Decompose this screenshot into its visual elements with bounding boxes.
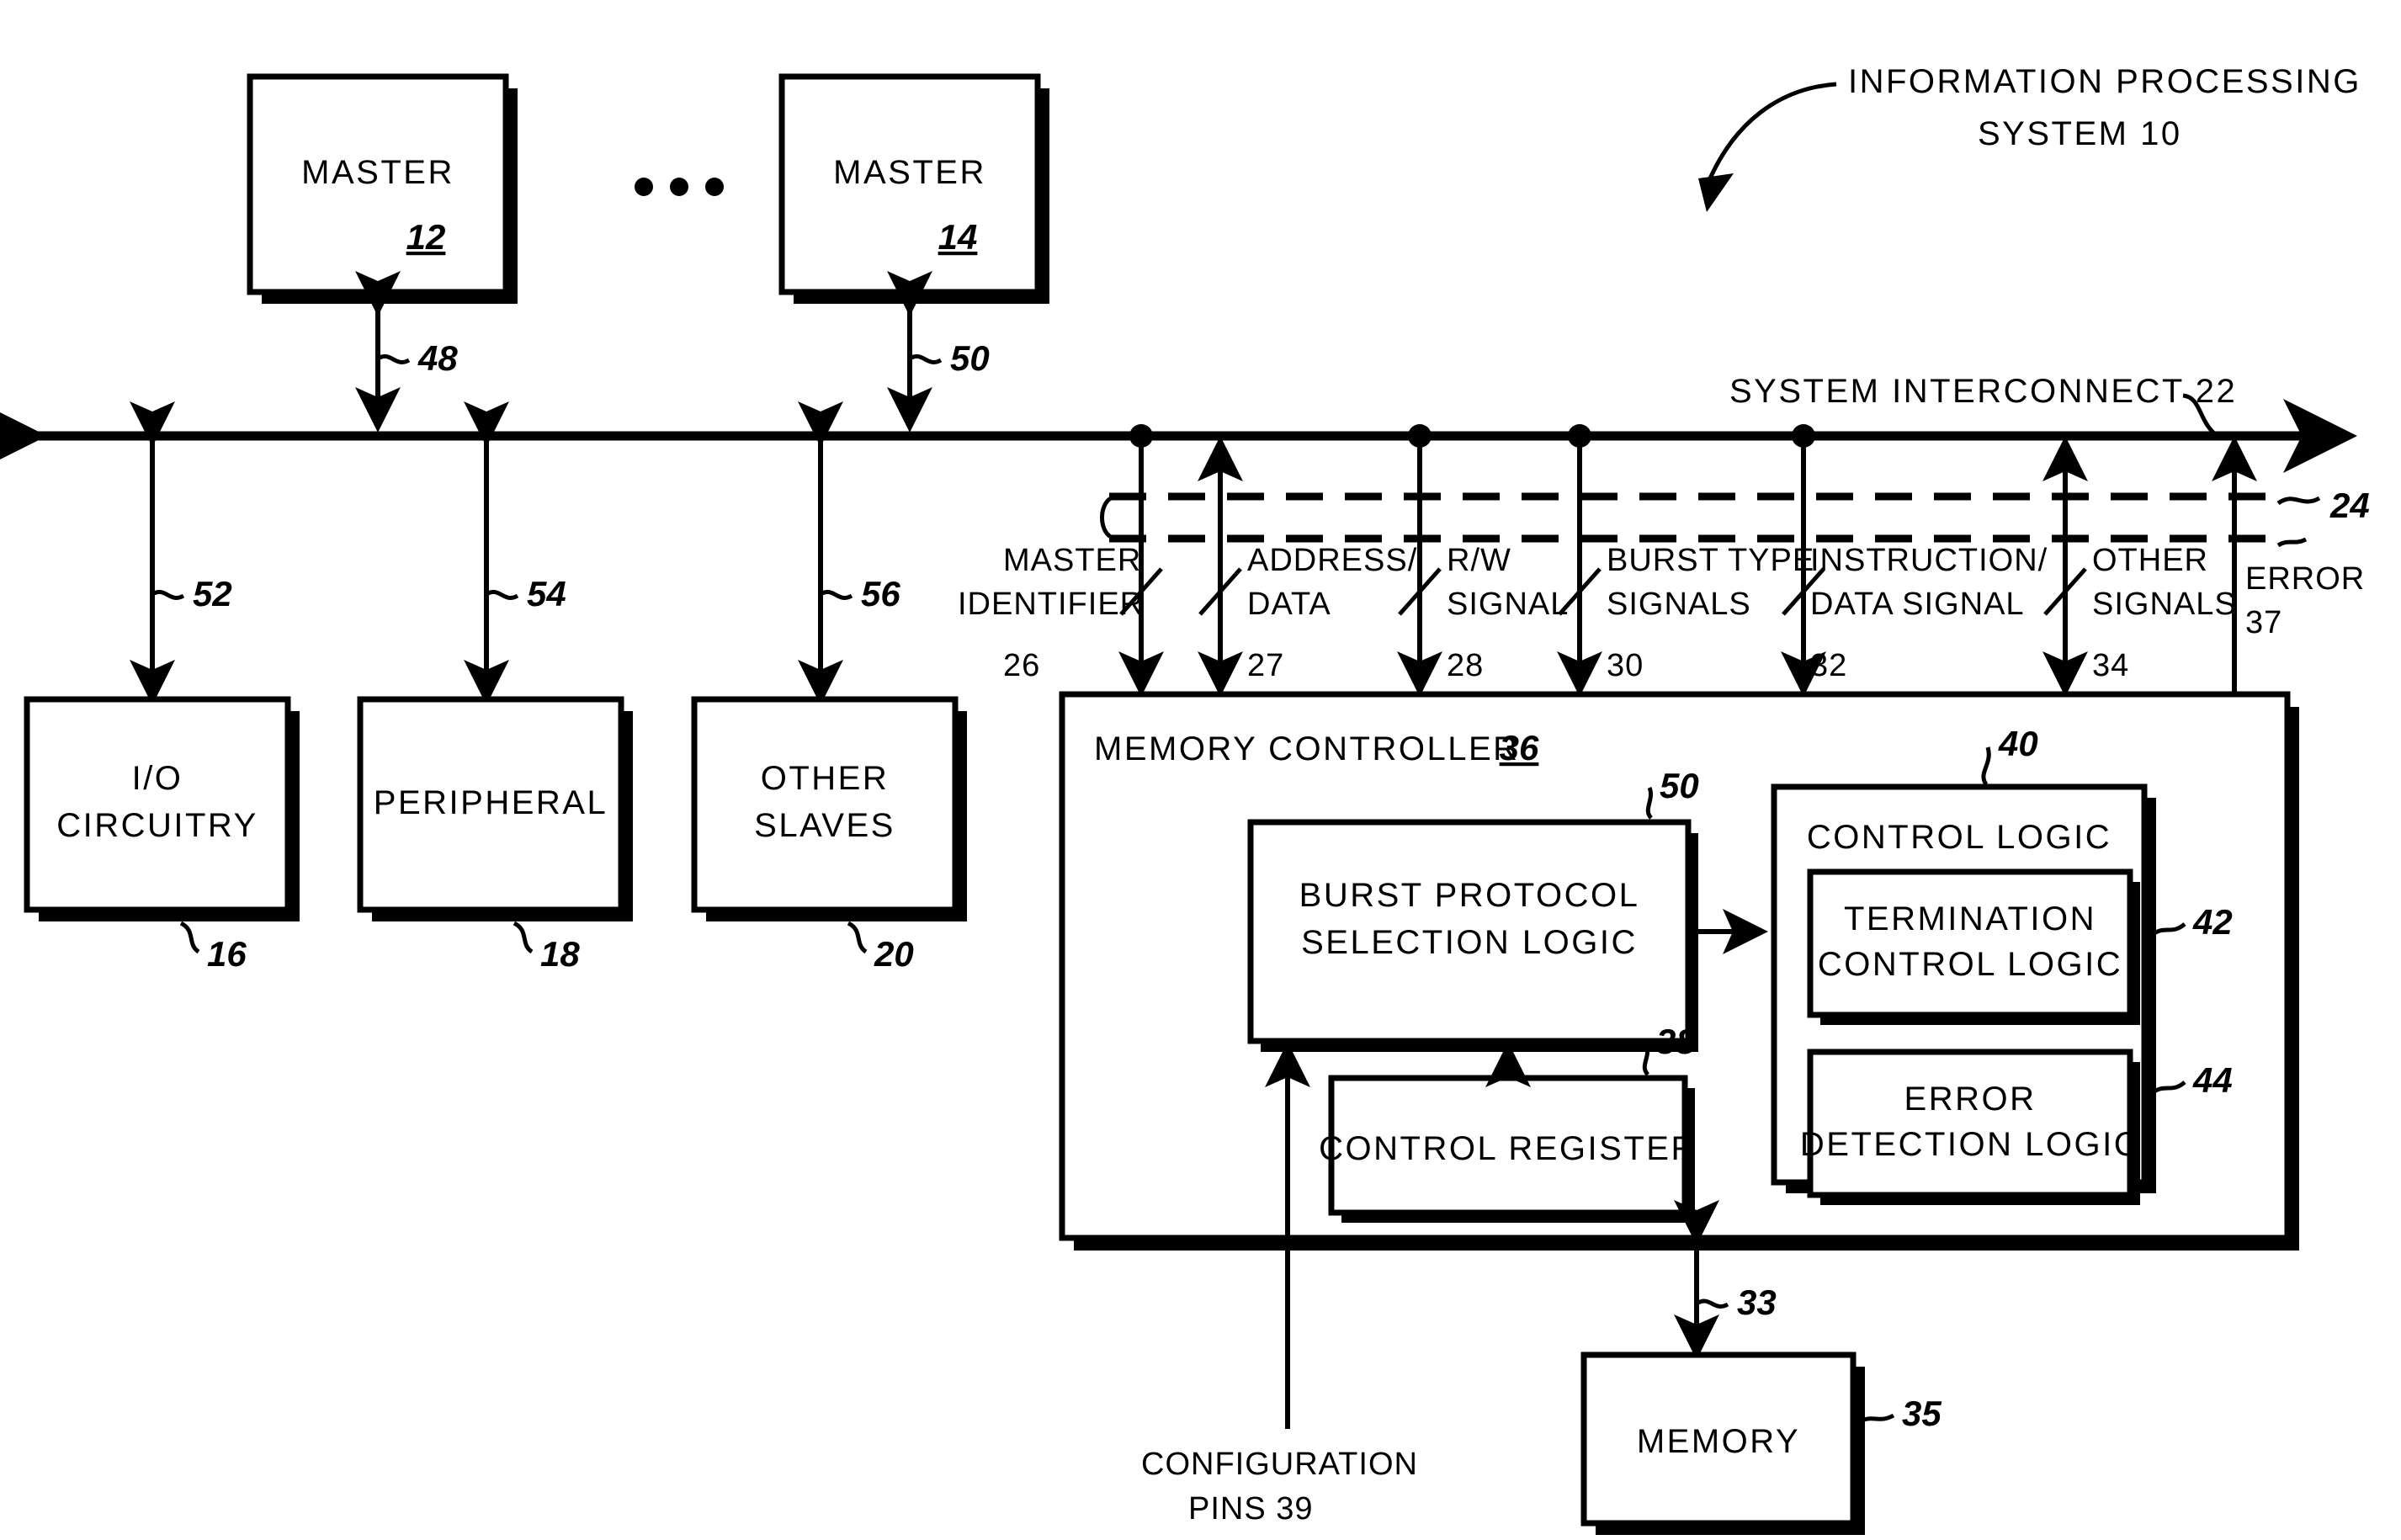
signal-32-label-1: INSTRUCTION/ <box>1810 543 2048 578</box>
ref-56-leader <box>821 589 853 600</box>
ref-24-leader-bottom <box>2276 537 2308 548</box>
io-circuitry-label-2: CIRCUITRY <box>56 807 258 844</box>
peripheral-label: PERIPHERAL <box>374 784 608 821</box>
config-pins-label-1: CONFIGURATION <box>1141 1447 1418 1482</box>
signal-30-label-2: SIGNALS <box>1607 587 1751 622</box>
ref-48-label: 48 <box>417 338 458 378</box>
ref-52-leader <box>152 589 185 600</box>
ref-50-master-label: 50 <box>950 338 990 378</box>
ref-42-label: 42 <box>2192 902 2233 942</box>
error-detection-label-1: ERROR <box>1904 1081 2037 1118</box>
master-12-label: MASTER <box>301 154 454 191</box>
signal-26-ref: 26 <box>1003 648 1040 683</box>
error-detection-label-2: DETECTION LOGIC <box>1800 1126 2140 1163</box>
ref-48-leader <box>378 353 411 364</box>
ref-16-label: 16 <box>207 934 247 974</box>
ref-24-label: 24 <box>2329 486 2370 525</box>
signal-32-ref: 32 <box>1810 648 1847 683</box>
signal-30-label-1: BURST TYPE <box>1607 543 1814 578</box>
signal-26-label-1: MASTER <box>1003 543 1141 578</box>
ref-38-leader <box>1642 1044 1650 1076</box>
signal-28-ref: 28 <box>1447 648 1484 683</box>
ellipsis-dot <box>705 178 724 196</box>
ref-18-label: 18 <box>540 934 580 974</box>
master-12-ref: 12 <box>406 217 446 257</box>
signal-28-label-2: SIGNAL <box>1447 587 1569 622</box>
signal-37-ref: 37 <box>2245 605 2282 640</box>
signal-37-label-1: ERROR <box>2245 561 2365 597</box>
ref-54-leader <box>486 589 519 600</box>
signal-26-label-2: IDENTIFIER <box>958 587 1144 622</box>
ref-56-label: 56 <box>861 574 900 613</box>
ref-44-label: 44 <box>2192 1060 2233 1100</box>
signal-27-ref: 27 <box>1247 648 1284 683</box>
signal-bundle-left-cap <box>1100 496 1113 539</box>
ref-52-label: 52 <box>193 574 232 613</box>
termination-logic-label-1: TERMINATION <box>1844 900 2096 937</box>
other-slaves-box[interactable] <box>691 696 959 913</box>
ref-38-label: 38 <box>1656 1022 1696 1061</box>
control-logic-label: CONTROL LOGIC <box>1807 819 2111 856</box>
figure-title-line-2: SYSTEM 10 <box>1978 115 2182 152</box>
burst-logic-label-2: SELECTION LOGIC <box>1301 924 1638 961</box>
control-register-label: CONTROL REGISTER <box>1319 1130 1697 1167</box>
ref-54-label: 54 <box>527 574 566 613</box>
patent-figure-canvas: MASTER 12 MASTER 14 48 50 SYSTEM INTERCO… <box>0 0 2401 1540</box>
ref-50-burst-label: 50 <box>1660 766 1699 805</box>
other-slaves-label-2: SLAVES <box>754 807 895 844</box>
master-14-ref: 14 <box>938 217 978 257</box>
error-detection-logic-box[interactable] <box>1807 1049 2133 1198</box>
signal-34-label-1: OTHER <box>2092 543 2208 578</box>
burst-logic-label-1: BURST PROTOCOL <box>1299 877 1640 914</box>
ellipsis-dot <box>670 178 688 196</box>
ref-20-label: 20 <box>874 934 914 974</box>
signal-27-label-1: ADDRESS/ <box>1247 543 1417 578</box>
io-circuitry-box[interactable] <box>24 696 291 913</box>
diagram-svg: MASTER 12 MASTER 14 48 50 SYSTEM INTERCO… <box>0 63 2370 1535</box>
figure-title-line-1: INFORMATION PROCESSING <box>1848 63 2361 100</box>
memory-label: MEMORY <box>1637 1423 1800 1460</box>
signal-30-ref: 30 <box>1607 648 1644 683</box>
ref-16-leader <box>179 921 200 954</box>
ref-50-leader <box>910 353 943 364</box>
signal-28-label-1: R/W <box>1447 543 1511 578</box>
memory-controller-ref: 36 <box>1500 728 1539 767</box>
system-interconnect-label: SYSTEM INTERCONNECT 22 <box>1729 373 2237 410</box>
other-slaves-label-1: OTHER <box>761 760 890 797</box>
ref-40-label: 40 <box>1998 724 2038 763</box>
termination-control-logic-box[interactable] <box>1807 868 2133 1018</box>
signal-34-label-2: SIGNALS <box>2092 587 2237 622</box>
config-pins-label-2: PINS 39 <box>1188 1491 1314 1527</box>
figure-title-arrowhead <box>1698 173 1734 212</box>
ref-35-label: 35 <box>1902 1394 1942 1433</box>
figure-title-leader <box>1708 82 1837 180</box>
ref-20-leader <box>847 921 868 954</box>
ref-33-label: 33 <box>1737 1282 1777 1322</box>
ref-18-leader <box>513 921 534 954</box>
signal-32-label-2: DATA SIGNAL <box>1810 587 2025 622</box>
io-circuitry-label-1: I/O <box>132 760 183 797</box>
signal-27-label-2: DATA <box>1247 587 1331 622</box>
memory-controller-label: MEMORY CONTROLLER <box>1094 730 1520 767</box>
termination-logic-label-2: CONTROL LOGIC <box>1818 946 2122 983</box>
signal-34-ref: 34 <box>2092 648 2129 683</box>
ref-24-leader-top <box>2276 496 2321 506</box>
ref-33-leader <box>1697 1298 1729 1309</box>
ellipsis-dot <box>635 178 653 196</box>
master-14-label: MASTER <box>833 154 986 191</box>
